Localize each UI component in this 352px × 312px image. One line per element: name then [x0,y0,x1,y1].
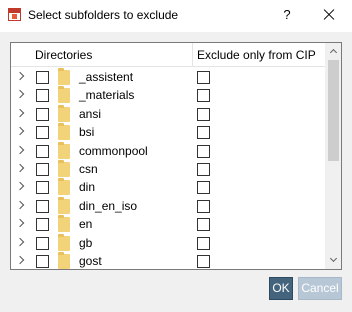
chevron-right-icon[interactable] [15,218,25,228]
column-header-directories[interactable]: Directories [35,48,92,62]
exclude-cip-checkbox[interactable] [197,254,210,268]
title-bar: Select subfolders to exclude ? [0,0,352,32]
chevron-right-icon[interactable] [15,200,25,209]
vertical-scrollbar[interactable] [325,43,341,269]
tree-row[interactable]: en [11,215,325,233]
tree-row[interactable]: _assistent [11,68,325,86]
directory-name: commonpool [79,143,148,158]
directory-tree: Directories Exclude only from CIP _assis… [10,42,342,270]
chevron-right-icon[interactable] [15,126,25,136]
folder-icon [58,178,70,196]
app-icon [8,8,21,21]
scroll-thumb[interactable] [328,60,339,161]
help-button[interactable]: ? [276,4,298,26]
column-header-exclude-cip[interactable]: Exclude only from CIP [197,48,316,62]
chevron-right-icon[interactable] [15,145,25,154]
directory-name: _materials [79,88,135,103]
chevron-down-icon [329,254,338,263]
tree-row[interactable]: gb [11,233,325,252]
chevron-right-icon[interactable] [15,71,25,81]
exclude-cip-checkbox[interactable] [197,236,210,250]
exclude-checkbox[interactable] [36,89,49,103]
tree-row[interactable]: csn [11,159,325,178]
directory-name: en [79,217,93,232]
directory-name: din [79,180,96,195]
column-divider[interactable] [192,43,193,67]
folder-icon [58,233,70,251]
directory-name: bsi [79,125,95,140]
directory-name: gost [79,253,102,268]
chevron-right-icon[interactable] [15,163,25,173]
chevron-right-icon[interactable] [15,182,25,191]
tree-row[interactable]: din [11,178,325,196]
directory-name: _assistent [79,70,134,84]
folder-icon [58,123,70,141]
exclude-cip-checkbox[interactable] [197,107,210,121]
chevron-up-icon [329,48,338,57]
directory-list: _assistent _materialsansi bsi commonpool csn… [11,68,325,269]
tree-row[interactable]: commonpool [11,141,325,160]
chevron-right-icon[interactable] [15,90,25,99]
exclude-checkbox[interactable] [36,199,49,213]
folder-icon [58,141,70,159]
folder-icon [58,196,70,214]
directory-name: gb [79,235,93,250]
exclude-checkbox[interactable] [36,162,49,176]
directory-name: din_en_iso [79,198,138,213]
directory-name: ansi [79,106,102,121]
exclude-cip-checkbox[interactable] [197,71,210,84]
table-header: Directories Exclude only from CIP [11,43,325,67]
tree-row[interactable]: bsi [11,123,325,141]
exclude-cip-checkbox[interactable] [197,126,210,140]
folder-icon [58,68,70,85]
folder-icon [58,86,70,104]
exclude-checkbox[interactable] [36,254,49,268]
folder-icon [58,215,70,233]
tree-row[interactable]: _materials [11,86,325,104]
exclude-subfolders-dialog: Select subfolders to exclude ? Directori… [0,0,352,312]
cancel-button[interactable]: Cancel [298,277,342,300]
chevron-right-icon[interactable] [15,255,25,265]
folder-icon [58,159,70,177]
folder-icon [58,251,70,269]
exclude-cip-checkbox[interactable] [197,218,210,232]
exclude-cip-checkbox[interactable] [197,144,210,158]
exclude-checkbox[interactable] [36,236,49,250]
exclude-cip-checkbox[interactable] [197,181,210,195]
chevron-right-icon[interactable] [15,237,25,246]
folder-icon [58,104,70,122]
exclude-checkbox[interactable] [36,71,49,84]
chevron-right-icon[interactable] [15,108,25,118]
tree-row[interactable]: gost [11,251,325,269]
tree-row[interactable]: ansi [11,104,325,123]
close-icon[interactable] [318,4,340,26]
exclude-cip-checkbox[interactable] [197,89,210,103]
ok-button[interactable]: OK [269,277,293,300]
scroll-up-button[interactable] [325,43,341,60]
scroll-down-button[interactable] [325,252,341,269]
exclude-checkbox[interactable] [36,107,49,121]
exclude-checkbox[interactable] [36,144,49,158]
tree-row[interactable]: din_en_iso [11,196,325,215]
exclude-cip-checkbox[interactable] [197,199,210,213]
exclude-checkbox[interactable] [36,126,49,140]
dialog-title: Select subfolders to exclude [28,8,179,22]
exclude-checkbox[interactable] [36,218,49,232]
directory-name: csn [79,161,98,176]
exclude-cip-checkbox[interactable] [197,162,210,176]
exclude-checkbox[interactable] [36,181,49,195]
